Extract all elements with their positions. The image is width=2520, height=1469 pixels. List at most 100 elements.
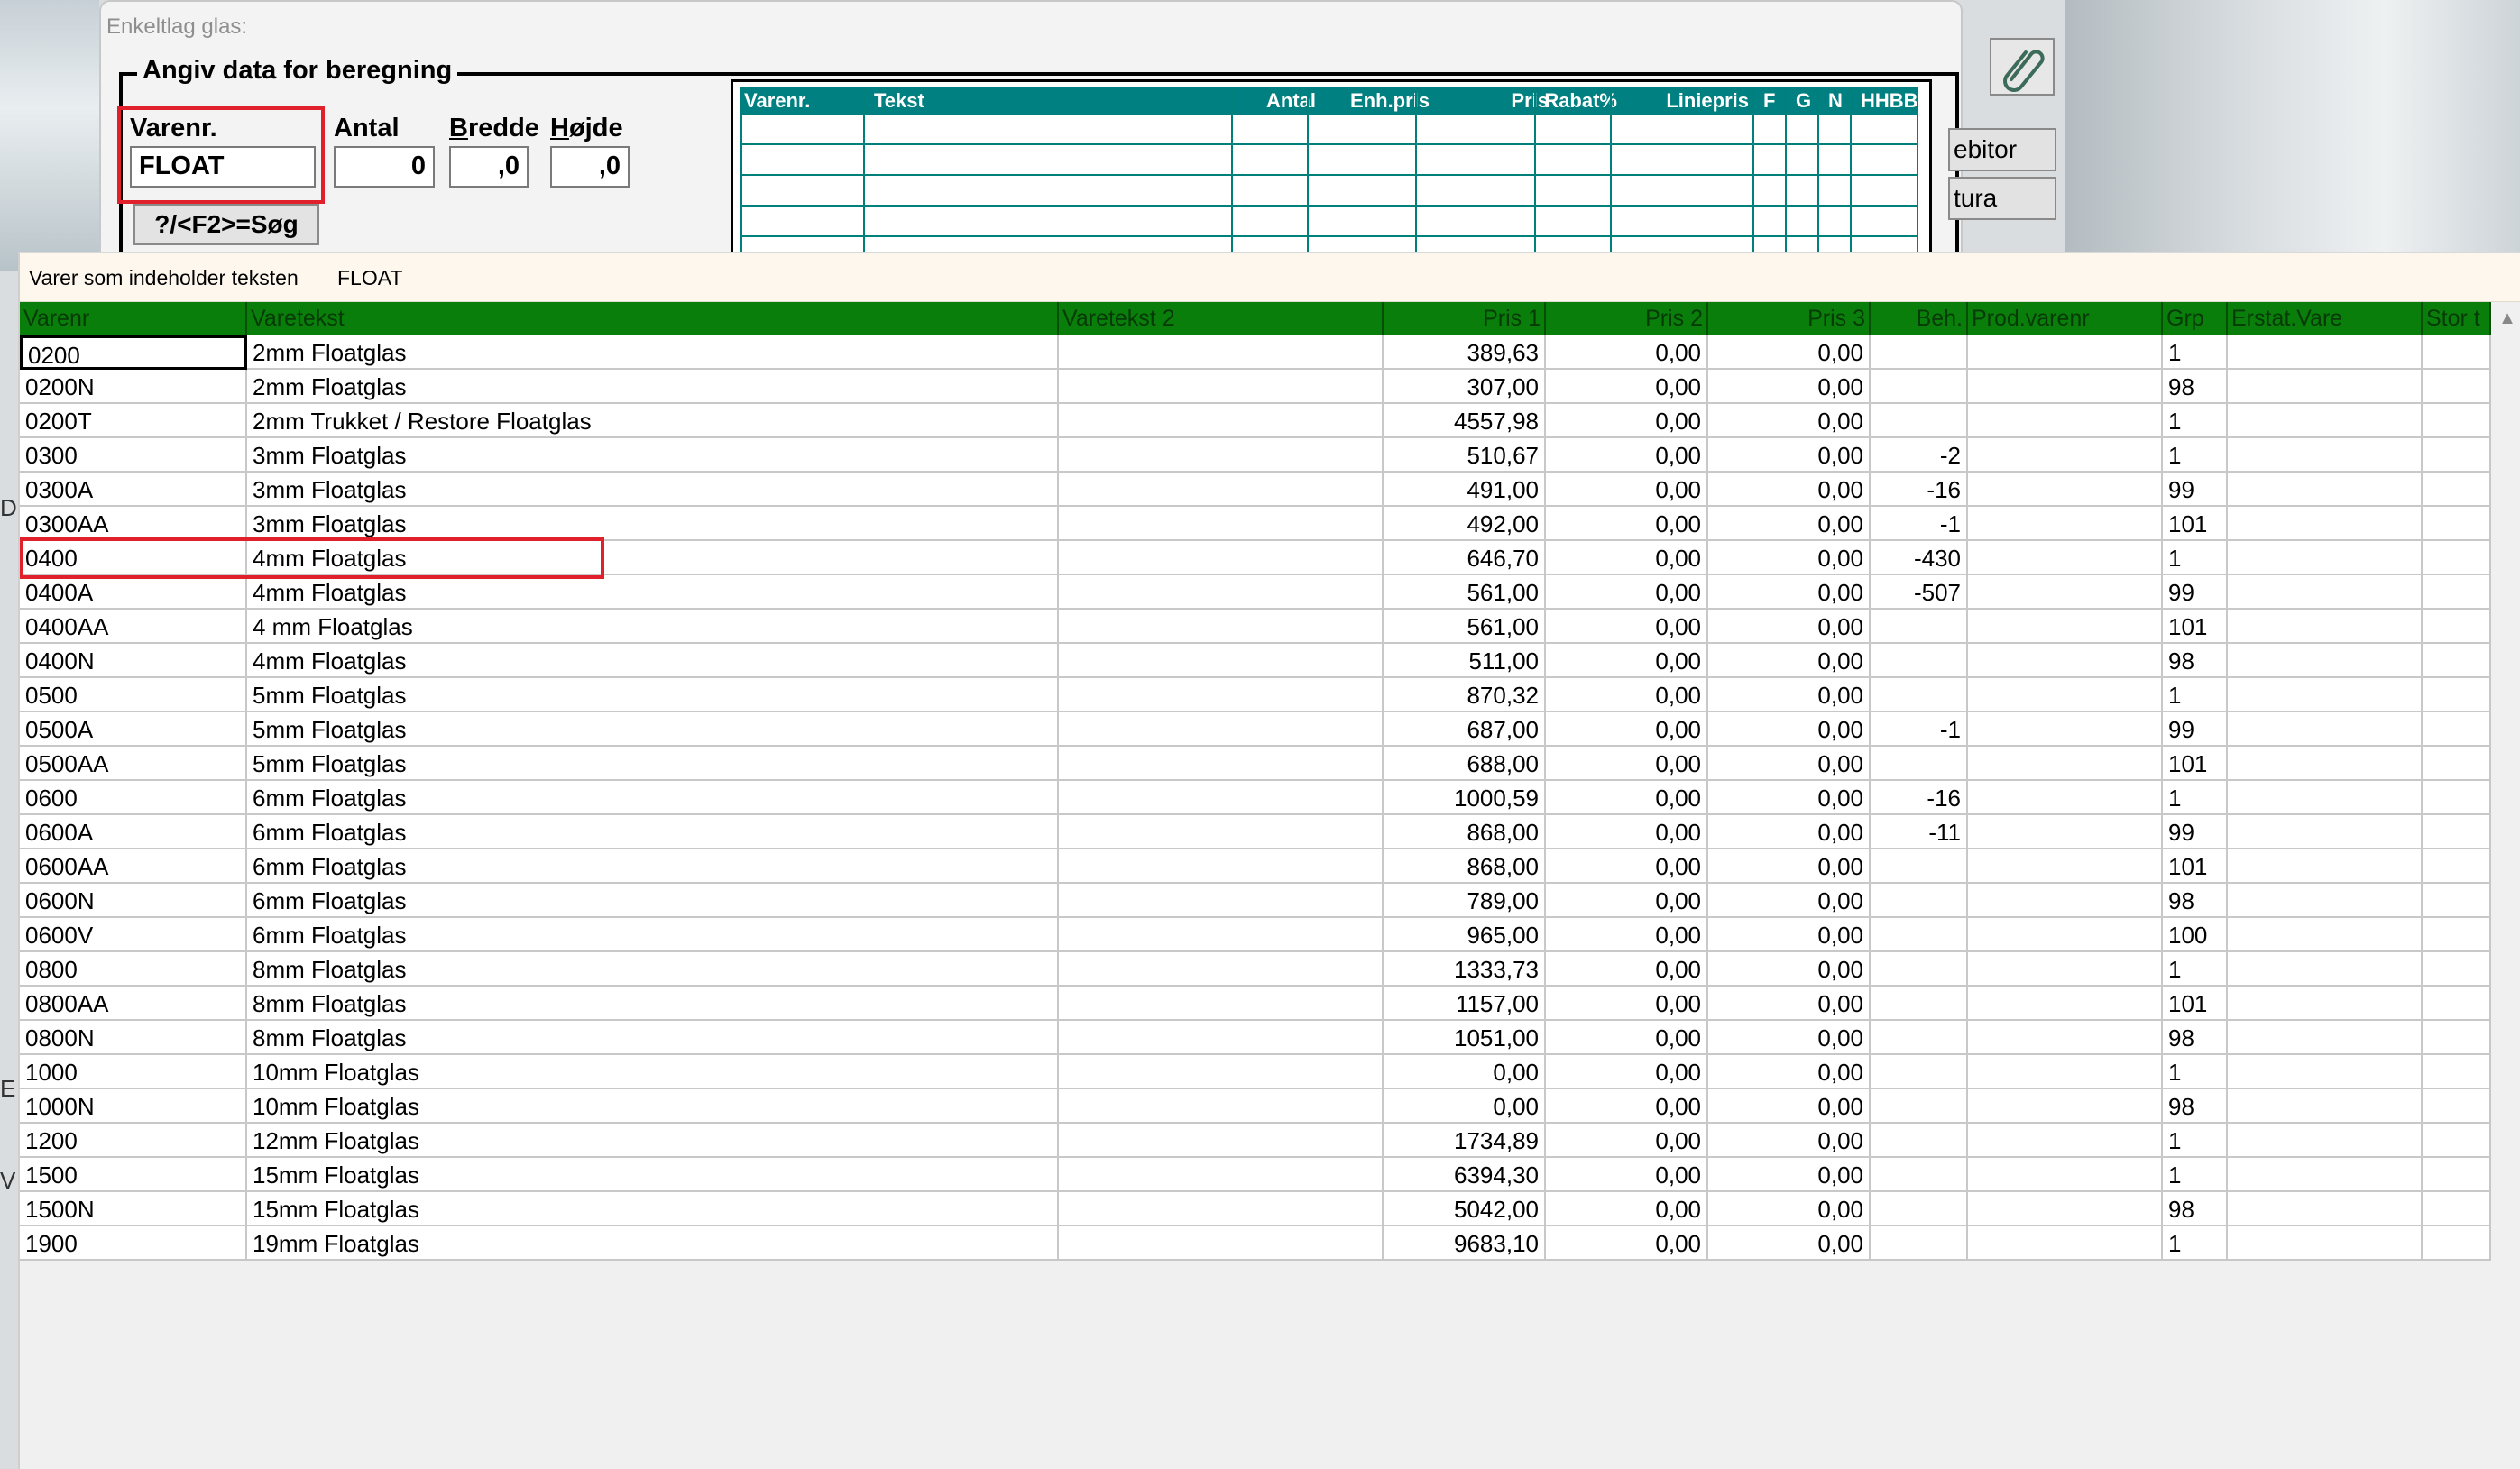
table-row[interactable]: 0800N 8mm Floatglas 1051,00 0,00 0,00 98 (20, 1021, 2491, 1055)
cell-pris3: 0,00 (1708, 541, 1871, 575)
table-row[interactable]: 1000N 10mm Floatglas 0,00 0,00 0,00 98 (20, 1089, 2491, 1124)
mini-grid-line (1307, 87, 1309, 277)
mini-grid-line (740, 174, 1917, 176)
cell-erstatvare (2228, 644, 2423, 678)
cell-prodvarenr (1968, 1089, 2163, 1124)
cell-prodvarenr (1968, 1158, 2163, 1192)
col-header-stort[interactable]: Stor t (2423, 302, 2491, 335)
cell-pris3: 0,00 (1708, 644, 1871, 678)
table-row[interactable]: 0400A 4mm Floatglas 561,00 0,00 0,00 -507 99 (20, 575, 2491, 610)
results-grid[interactable]: Varenr Varetekst Varetekst 2 Pris 1 Pris 2 Pr… (20, 302, 2491, 1366)
table-row[interactable]: 0300A 3mm Floatglas 491,00 0,00 0,00 -16 99 (20, 473, 2491, 507)
cell-stort (2423, 610, 2491, 644)
cell-varetekst2 (1059, 575, 1384, 610)
table-row[interactable]: 0600V 6mm Floatglas 965,00 0,00 0,00 100 (20, 918, 2491, 952)
cell-varetekst2 (1059, 1226, 1384, 1261)
table-row[interactable]: 0400AA 4 mm Floatglas 561,00 0,00 0,00 101 (20, 610, 2491, 644)
mini-grid-line (740, 143, 1917, 145)
antal-label: Antal (334, 114, 400, 142)
cell-pris2: 0,00 (1546, 1021, 1708, 1055)
cell-erstatvare (2228, 918, 2423, 952)
cell-prodvarenr (1968, 815, 2163, 849)
table-row[interactable]: 0300AA 3mm Floatglas 492,00 0,00 0,00 -1 101 (20, 507, 2491, 541)
mini-col-hhbb: HHBB (1861, 89, 1918, 112)
debitor-button[interactable]: ebitor (1948, 128, 2056, 171)
cell-pris1: 307,00 (1384, 370, 1546, 404)
cell-erstatvare (2228, 473, 2423, 507)
cell-varenr: 0400A (20, 575, 247, 610)
cell-varetekst2 (1059, 1124, 1384, 1158)
cell-varetekst: 6mm Floatglas (247, 815, 1059, 849)
table-row[interactable]: 0800AA 8mm Floatglas 1157,00 0,00 0,00 101 (20, 987, 2491, 1021)
calculation-dialog: Enkeltlag glas: Angiv data for beregning… (99, 0, 1963, 289)
table-row[interactable]: 0600N 6mm Floatglas 789,00 0,00 0,00 98 (20, 884, 2491, 918)
cell-erstatvare (2228, 438, 2423, 473)
table-row[interactable]: 1200 12mm Floatglas 1734,89 0,00 0,00 1 (20, 1124, 2491, 1158)
cell-varetekst2 (1059, 610, 1384, 644)
mini-grid-line (1785, 87, 1787, 277)
table-row[interactable]: 0600AA 6mm Floatglas 868,00 0,00 0,00 101 (20, 849, 2491, 884)
mini-grid-line (1850, 87, 1852, 277)
scroll-up-button[interactable]: ▲ (2493, 302, 2520, 335)
cell-stort (2423, 815, 2491, 849)
col-header-pris3[interactable]: Pris 3 (1708, 302, 1871, 335)
attach-button[interactable] (1990, 38, 2055, 96)
cell-grp: 1 (2163, 404, 2228, 438)
results-body[interactable]: 0200 2mm Floatglas 389,63 0,00 0,00 1 0200N 2mm… (20, 335, 2491, 1261)
table-row[interactable]: 0600 6mm Floatglas 1000,59 0,00 0,00 -16 1 (20, 781, 2491, 815)
bredde-input[interactable]: ,0 (449, 146, 529, 188)
faktura-button[interactable]: tura (1948, 177, 2056, 220)
col-header-beh[interactable]: Beh. (1871, 302, 1968, 335)
col-header-grp[interactable]: Grp (2163, 302, 2228, 335)
table-row[interactable]: 0500 5mm Floatglas 870,32 0,00 0,00 1 (20, 678, 2491, 712)
table-row[interactable]: 0200T 2mm Trukket / Restore Floatglas 4557… (20, 404, 2491, 438)
table-row[interactable]: 1900 19mm Floatglas 9683,10 0,00 0,00 1 (20, 1226, 2491, 1261)
cell-stort (2423, 884, 2491, 918)
table-row[interactable]: 0400N 4mm Floatglas 511,00 0,00 0,00 98 (20, 644, 2491, 678)
cell-varetekst2 (1059, 1021, 1384, 1055)
cell-grp: 1 (2163, 781, 2228, 815)
cell-varetekst: 15mm Floatglas (247, 1192, 1059, 1226)
cell-pris2: 0,00 (1546, 1055, 1708, 1089)
col-header-erstatvare[interactable]: Erstat.Vare (2228, 302, 2423, 335)
cell-pris1: 0,00 (1384, 1089, 1546, 1124)
table-row[interactable]: 0200 2mm Floatglas 389,63 0,00 0,00 1 (20, 335, 2491, 370)
order-lines-table[interactable]: Varenr. Tekst Antal Enh.pris Pris Rabat%… (731, 79, 1932, 277)
cell-pris2: 0,00 (1546, 370, 1708, 404)
cell-prodvarenr (1968, 747, 2163, 781)
table-row[interactable]: 0300 3mm Floatglas 510,67 0,00 0,00 -2 1 (20, 438, 2491, 473)
cell-pris2: 0,00 (1546, 1089, 1708, 1124)
cell-stort (2423, 849, 2491, 884)
cell-beh (1871, 1021, 1968, 1055)
col-header-varetekst2[interactable]: Varetekst 2 (1059, 302, 1384, 335)
cell-erstatvare (2228, 712, 2423, 747)
cell-pris3: 0,00 (1708, 1158, 1871, 1192)
search-button[interactable]: ?/<F2>=Søg (133, 204, 319, 245)
col-header-varetekst[interactable]: Varetekst (247, 302, 1059, 335)
cell-prodvarenr (1968, 918, 2163, 952)
table-row[interactable]: 0500A 5mm Floatglas 687,00 0,00 0,00 -1 99 (20, 712, 2491, 747)
col-header-prodvarenr[interactable]: Prod.varenr (1968, 302, 2163, 335)
col-header-pris2[interactable]: Pris 2 (1546, 302, 1708, 335)
cell-pris3: 0,00 (1708, 610, 1871, 644)
table-row[interactable]: 1000 10mm Floatglas 0,00 0,00 0,00 1 (20, 1055, 2491, 1089)
cell-pris3: 0,00 (1708, 507, 1871, 541)
hojde-input[interactable]: ,0 (550, 146, 630, 188)
cell-prodvarenr (1968, 404, 2163, 438)
table-row[interactable]: 1500N 15mm Floatglas 5042,00 0,00 0,00 98 (20, 1192, 2491, 1226)
cell-pris3: 0,00 (1708, 678, 1871, 712)
cell-pris2: 0,00 (1546, 473, 1708, 507)
col-header-pris1[interactable]: Pris 1 (1384, 302, 1546, 335)
table-row[interactable]: 0800 8mm Floatglas 1333,73 0,00 0,00 1 (20, 952, 2491, 987)
table-row[interactable]: 0500AA 5mm Floatglas 688,00 0,00 0,00 101 (20, 747, 2491, 781)
cell-varenr: 1900 (20, 1226, 247, 1261)
cell-prodvarenr (1968, 1021, 2163, 1055)
table-row[interactable]: 1500 15mm Floatglas 6394,30 0,00 0,00 1 (20, 1158, 2491, 1192)
cell-erstatvare (2228, 404, 2423, 438)
antal-input[interactable]: 0 (334, 146, 435, 188)
col-header-varenr[interactable]: Varenr (20, 302, 247, 335)
cell-pris3: 0,00 (1708, 952, 1871, 987)
cell-beh: -11 (1871, 815, 1968, 849)
table-row[interactable]: 0200N 2mm Floatglas 307,00 0,00 0,00 98 (20, 370, 2491, 404)
table-row[interactable]: 0600A 6mm Floatglas 868,00 0,00 0,00 -11 99 (20, 815, 2491, 849)
